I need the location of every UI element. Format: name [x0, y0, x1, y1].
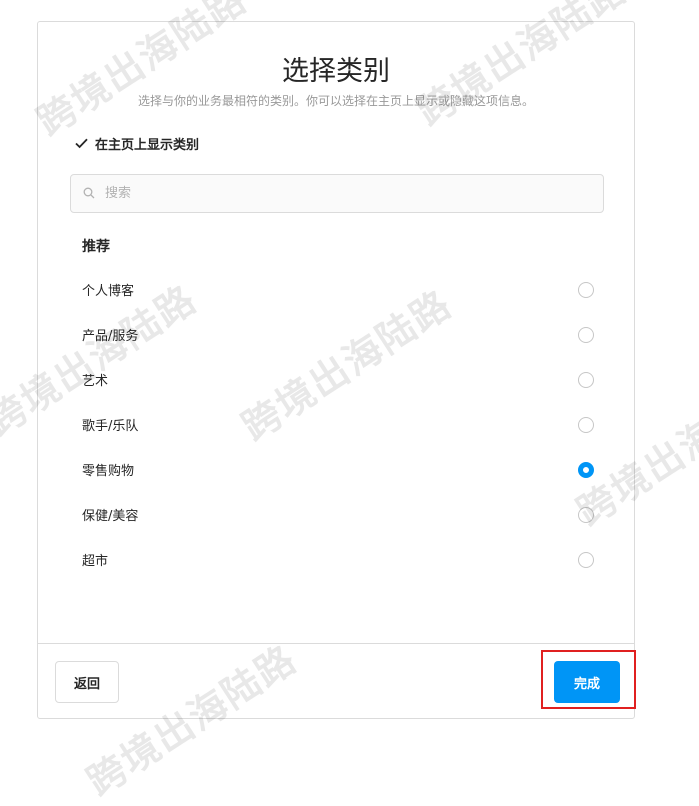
category-item[interactable]: 零售购物 — [38, 447, 634, 492]
show-category-label: 在主页上显示类别 — [95, 138, 200, 153]
category-radio[interactable] — [578, 506, 594, 523]
dialog-title: 选择类别 — [282, 56, 390, 87]
category-label: 产品/服务 — [82, 329, 139, 344]
section-title-recommended: 推荐 — [82, 239, 110, 255]
search-input[interactable] — [103, 185, 577, 202]
category-label: 个人博客 — [82, 284, 135, 299]
category-label: 艺术 — [82, 374, 109, 389]
dialog-subtitle: 选择与你的业务最相符的类别。你可以选择在主页上显示或隐藏这项信息。 — [137, 94, 534, 108]
category-list: 个人博客 产品/服务 艺术 歌手/乐队 零售购物 保健/美容 超市 — [38, 267, 634, 582]
category-item[interactable]: 超市 — [38, 537, 634, 582]
back-button[interactable]: 返回 — [55, 661, 119, 703]
category-label: 零售购物 — [82, 464, 135, 479]
category-label: 保健/美容 — [82, 509, 139, 524]
category-dialog: 选择类别 选择与你的业务最相符的类别。你可以选择在主页上显示或隐藏这项信息。 在… — [37, 21, 635, 719]
search-icon — [83, 184, 103, 203]
search-box[interactable] — [70, 174, 604, 213]
category-label: 歌手/乐队 — [82, 419, 139, 434]
category-radio[interactable] — [578, 416, 594, 433]
show-category-toggle[interactable]: 在主页上显示类别 — [74, 134, 199, 153]
category-item[interactable]: 歌手/乐队 — [38, 402, 634, 447]
category-radio[interactable] — [578, 371, 594, 388]
category-label: 超市 — [82, 554, 109, 569]
footer-divider — [38, 643, 634, 644]
category-item[interactable]: 个人博客 — [38, 267, 634, 312]
category-radio[interactable] — [578, 326, 594, 343]
category-radio[interactable] — [578, 281, 594, 298]
checkmark-icon[interactable] — [74, 137, 88, 151]
category-item[interactable]: 保健/美容 — [38, 492, 634, 537]
category-radio[interactable] — [578, 551, 594, 568]
category-radio-selected[interactable] — [578, 461, 594, 478]
done-button[interactable]: 完成 — [554, 661, 620, 703]
category-item[interactable]: 艺术 — [38, 357, 634, 402]
category-item[interactable]: 产品/服务 — [38, 312, 634, 357]
